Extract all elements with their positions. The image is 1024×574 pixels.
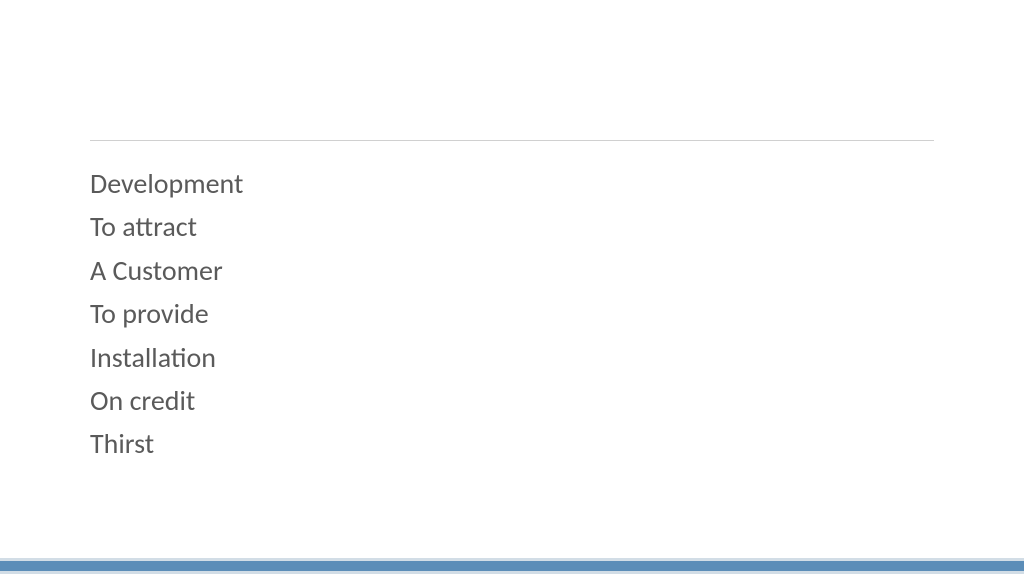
list-item: To attract	[90, 205, 934, 248]
list-item: Development	[90, 162, 934, 205]
list-item: A Customer	[90, 249, 934, 292]
list-item: To provide	[90, 292, 934, 335]
list-item: Thirst	[90, 422, 934, 465]
text-list: Development To attract A Customer To pro…	[90, 162, 934, 466]
list-item: On credit	[90, 379, 934, 422]
content-area: Development To attract A Customer To pro…	[90, 140, 934, 466]
footer-bar-accent	[0, 561, 1024, 571]
list-item: Installation	[90, 336, 934, 379]
